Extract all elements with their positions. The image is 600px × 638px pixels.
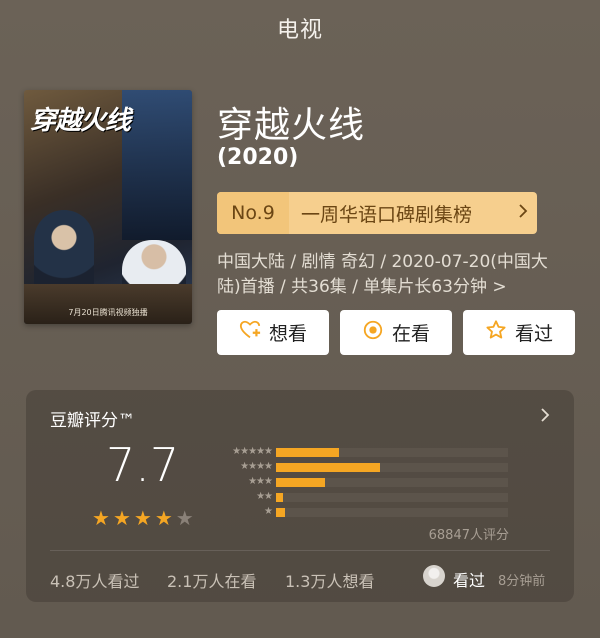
divider	[50, 550, 550, 551]
watching-label: 在看	[391, 323, 430, 345]
distribution-track	[276, 448, 508, 457]
poster-title: 穿越火线	[30, 106, 131, 136]
star-filled-icon: ★	[133, 506, 152, 530]
chevron-right-icon: >	[492, 277, 507, 297]
rating-count: 68847人评分	[428, 528, 509, 543]
rank-number: No.9	[217, 192, 289, 234]
header: 电视	[0, 0, 600, 56]
show-meta[interactable]: 中国大陆 / 剧情 奇幻 / 2020-07-20(中国大陆)首播 / 共36集…	[217, 250, 567, 300]
distribution-stars-label: ★★	[256, 491, 273, 502]
distribution-bar	[276, 493, 283, 502]
watching-button[interactable]: 在看	[340, 310, 452, 355]
star-filled-icon: ★	[154, 506, 173, 530]
distribution-stars-label: ★	[264, 506, 273, 517]
star-filled-icon: ★	[92, 506, 110, 530]
rank-badge[interactable]: No.9 一周华语口碑剧集榜	[217, 192, 537, 234]
distribution-track	[276, 493, 508, 502]
poster-image[interactable]: 穿越火线 7月20日腾讯视频独播	[24, 90, 192, 324]
want-button[interactable]: 想看	[217, 310, 329, 355]
poster-desk	[24, 284, 192, 324]
distribution-bar	[276, 508, 285, 517]
avatar[interactable]	[423, 565, 445, 587]
page-title: 电视	[276, 18, 323, 43]
rating-score: 7.7	[106, 438, 180, 492]
star-outline-icon	[485, 319, 507, 346]
chevron-right-icon	[509, 202, 537, 224]
distribution-bar	[276, 463, 380, 472]
distribution-bar	[276, 448, 339, 457]
want-label: 想看	[268, 323, 307, 345]
distribution-stars-label: ★★★	[248, 476, 273, 487]
star-empty-icon: ★	[175, 506, 194, 530]
heart-plus-icon	[239, 319, 261, 346]
rating-stars: ★ ★ ★ ★ ★	[92, 506, 194, 530]
target-icon	[362, 319, 384, 346]
distribution-track	[276, 463, 508, 472]
distribution-track	[276, 508, 508, 517]
rating-card[interactable]: 豆瓣评分™ 7.7 ★ ★ ★ ★ ★ ★★★★★ ★★★★ ★★★ ★★ ★ 68847人评分…	[26, 390, 574, 602]
distribution-stars-label: ★★★★	[240, 461, 273, 472]
distribution-bar	[276, 478, 325, 487]
rank-list-name: 一周华语口碑剧集榜	[301, 203, 473, 226]
show-year: (2020)	[217, 145, 299, 170]
distribution-track	[276, 478, 508, 487]
chevron-right-icon[interactable]	[540, 404, 550, 428]
watched-button[interactable]: 看过	[463, 310, 575, 355]
rating-title: 豆瓣评分™	[50, 411, 135, 431]
poster-credit: 7月20日腾讯视频独播	[68, 308, 148, 317]
page: 电视 穿越火线 7月20日腾讯视频独播 穿越火线 (2020) No.9 一周华…	[0, 0, 600, 638]
watched-label: 看过	[514, 323, 553, 345]
want-count[interactable]: 1.3万人想看	[285, 568, 374, 592]
show-title: 穿越火线	[217, 105, 366, 146]
watched-count[interactable]: 4.8万人看过	[50, 568, 139, 592]
poster-background	[122, 90, 192, 240]
star-filled-icon: ★	[112, 506, 131, 530]
distribution-stars-label: ★★★★★	[232, 446, 273, 457]
friend-action: 看过	[453, 571, 486, 590]
friend-time: 8分钟前	[498, 574, 546, 589]
watching-count[interactable]: 2.1万人在看	[167, 568, 256, 592]
